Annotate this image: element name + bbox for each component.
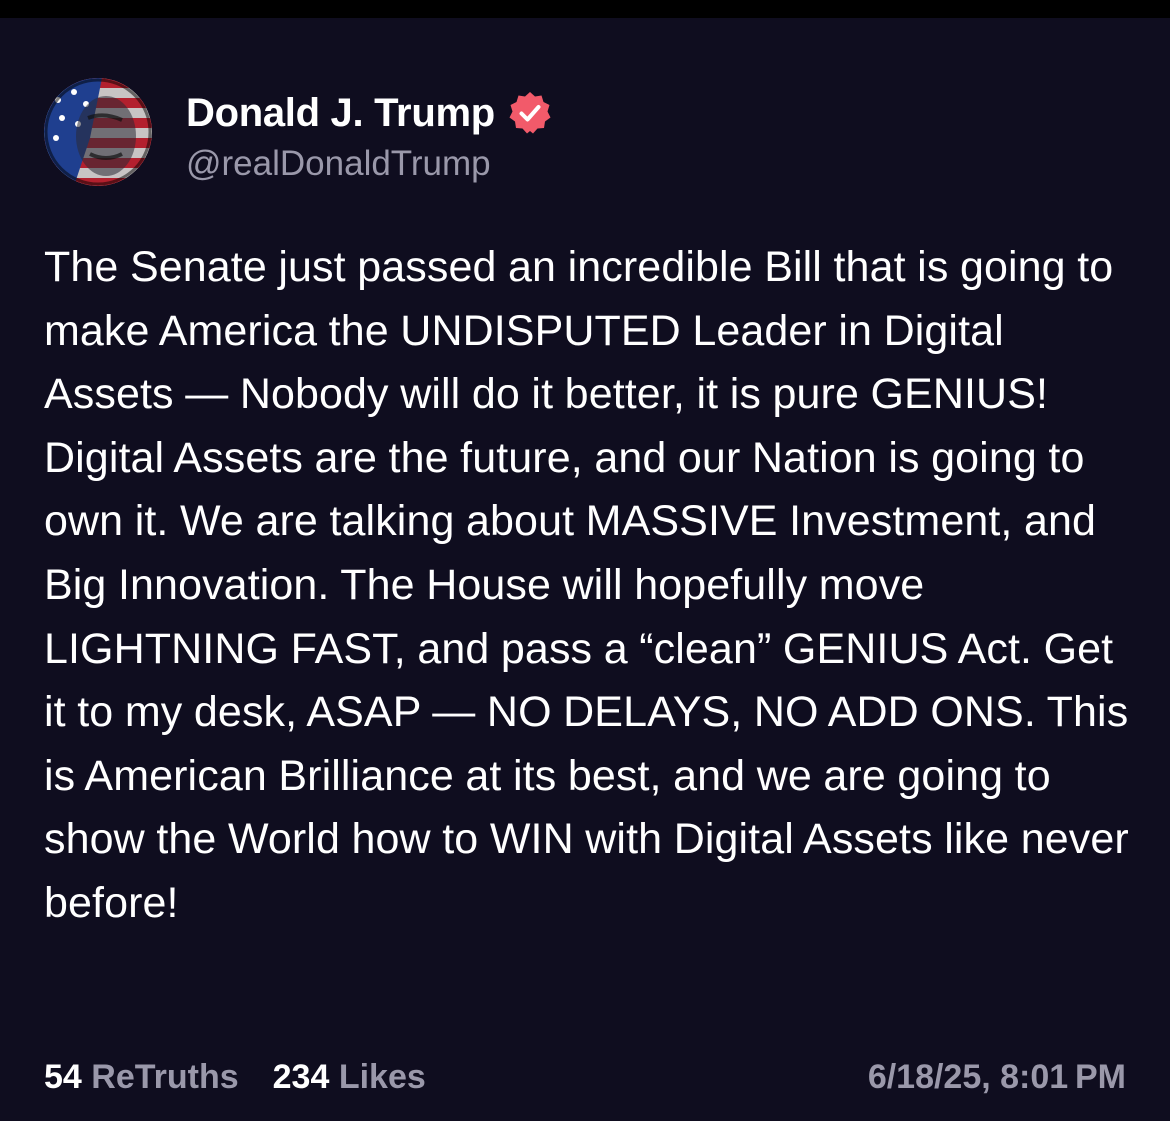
retruths-label: ReTruths bbox=[91, 1058, 239, 1096]
post-stats: 54 ReTruths 234 Likes bbox=[44, 1058, 426, 1097]
avatar-flag-image bbox=[44, 78, 152, 186]
post-body-text: The Senate just passed an incredible Bil… bbox=[44, 243, 1129, 927]
status-bar-strip bbox=[0, 0, 1170, 18]
retruths-stat[interactable]: 54 ReTruths bbox=[44, 1058, 239, 1097]
verified-badge-icon bbox=[509, 92, 551, 134]
likes-count: 234 bbox=[272, 1058, 330, 1096]
post-timestamp: 6/18/25, 8:01 PM bbox=[867, 1058, 1126, 1096]
author-display-name[interactable]: Donald J. Trump bbox=[186, 91, 495, 136]
post-card: Donald J. Trump @realDonaldTrump The Sen… bbox=[0, 18, 1170, 1121]
author-name-row: Donald J. Trump bbox=[186, 88, 553, 138]
retruths-count: 54 bbox=[44, 1058, 82, 1096]
author-handle[interactable]: @realDonaldTrump bbox=[186, 144, 491, 184]
likes-label: Likes bbox=[338, 1058, 426, 1096]
likes-stat[interactable]: 234 Likes bbox=[273, 1058, 426, 1097]
profile-avatar[interactable] bbox=[44, 78, 152, 186]
